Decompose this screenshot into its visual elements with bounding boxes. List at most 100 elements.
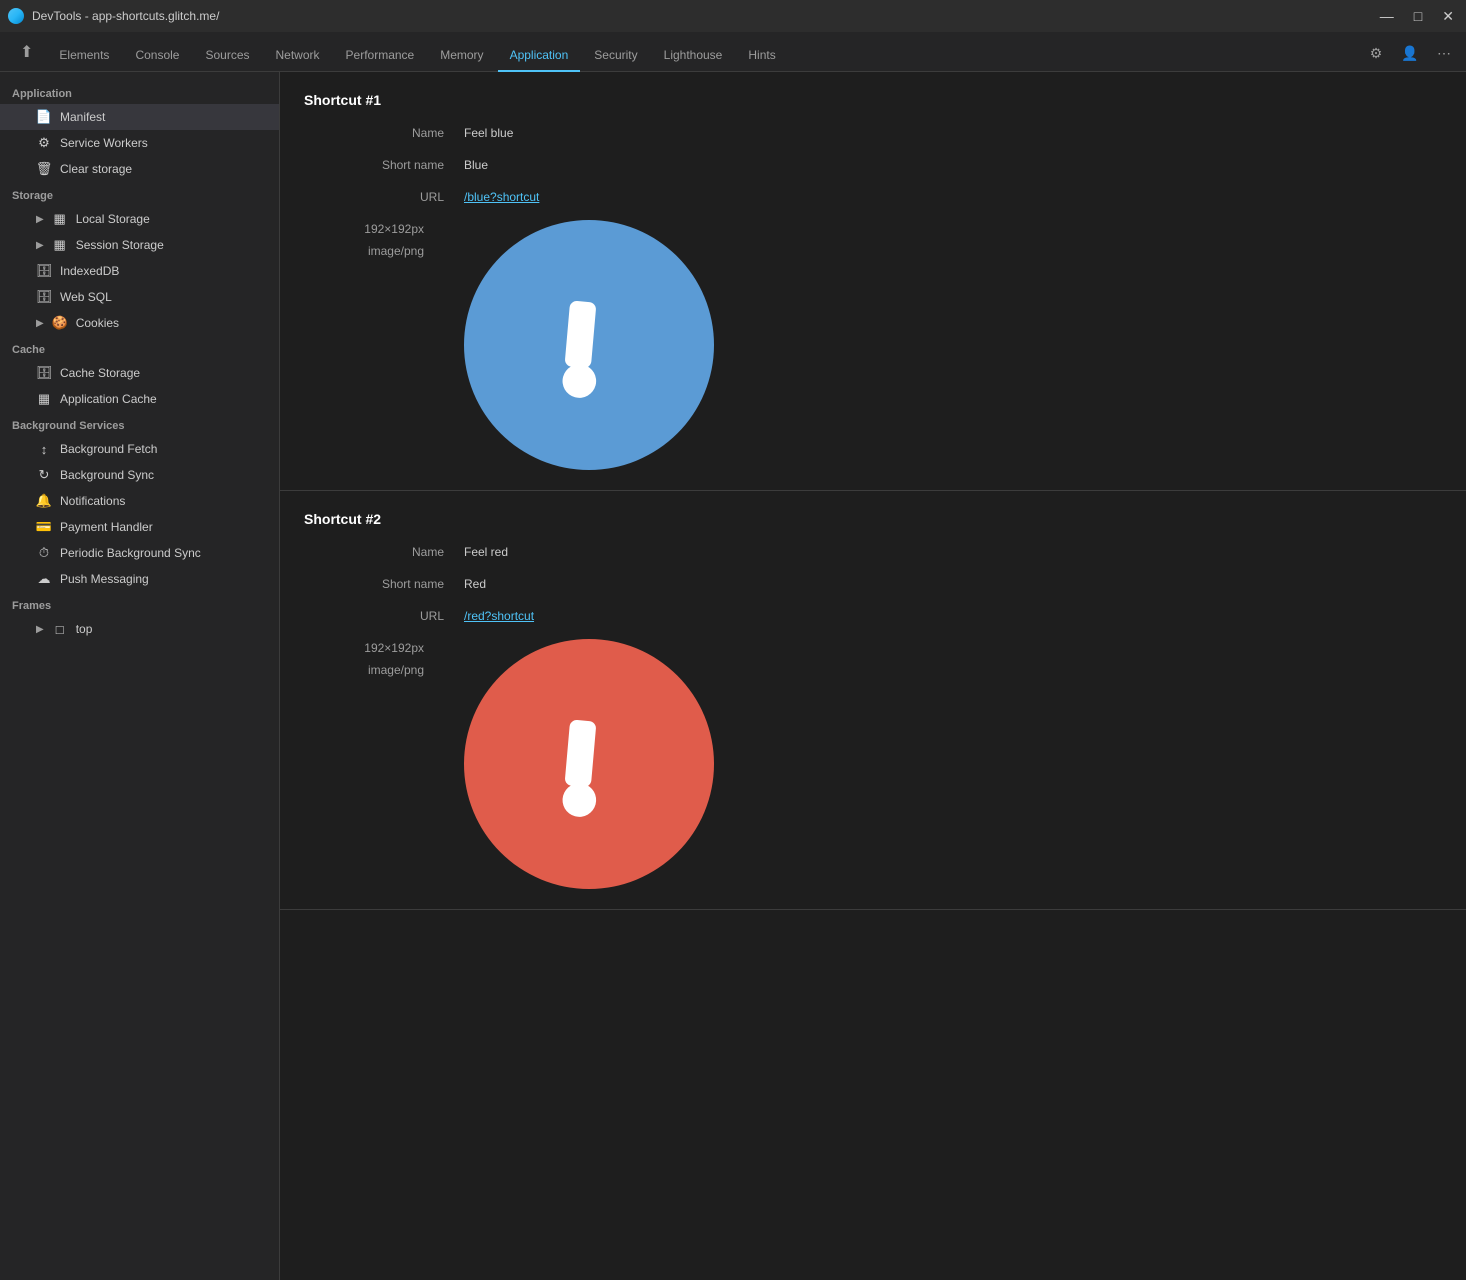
sidebar-item-cache-storage-label: Cache Storage xyxy=(60,366,140,380)
sidebar-item-background-sync[interactable]: ↻ Background Sync xyxy=(0,462,279,488)
sidebar-item-periodic-background-sync-label: Periodic Background Sync xyxy=(60,546,201,560)
close-button[interactable]: ✕ xyxy=(1438,6,1458,27)
shortcut-1-url-label: URL xyxy=(304,188,464,206)
sidebar-item-push-messaging[interactable]: ☁ Push Messaging xyxy=(0,566,279,592)
cache-storage-icon: 🗄 xyxy=(36,365,52,381)
tabbar: ⬆ Elements Console Sources Network Perfo… xyxy=(0,32,1466,72)
minimize-button[interactable]: — xyxy=(1376,6,1398,26)
tab-console[interactable]: Console xyxy=(123,40,191,72)
tab-memory[interactable]: Memory xyxy=(428,40,495,72)
sidebar-item-web-sql[interactable]: 🗄 Web SQL xyxy=(0,284,279,310)
sidebar-item-notifications[interactable]: 🔔 Notifications xyxy=(0,488,279,514)
titlebar-title: DevTools - app-shortcuts.glitch.me/ xyxy=(32,9,1368,23)
sidebar-item-service-workers[interactable]: ⚙ Service Workers xyxy=(0,130,279,156)
shortcut-1-name-label: Name xyxy=(304,124,464,142)
shortcut-2-url-label: URL xyxy=(304,607,464,625)
tab-sources[interactable]: Sources xyxy=(193,40,261,72)
tab-lighthouse[interactable]: Lighthouse xyxy=(652,40,735,72)
more-icon-button[interactable]: ⋯ xyxy=(1430,39,1458,67)
top-frame-icon: □ xyxy=(52,621,68,637)
tab-elements[interactable]: Elements xyxy=(47,40,121,72)
session-storage-icon: ▦ xyxy=(52,237,68,253)
background-fetch-icon: ↕ xyxy=(36,441,52,457)
top-arrow: ▶ xyxy=(36,624,44,635)
tab-hints[interactable]: Hints xyxy=(736,40,787,72)
sidebar-section-application: Application xyxy=(0,80,279,104)
shortcut-2-size-label: 192×192px xyxy=(284,639,444,657)
tab-application[interactable]: Application xyxy=(498,40,581,72)
sidebar-item-background-sync-label: Background Sync xyxy=(60,468,154,482)
user-icon-button[interactable]: 👤 xyxy=(1396,39,1424,67)
sidebar-item-periodic-background-sync[interactable]: ⏱ Periodic Background Sync xyxy=(0,540,279,566)
tab-security[interactable]: Security xyxy=(582,40,649,72)
sidebar-item-indexeddb-label: IndexedDB xyxy=(60,264,119,278)
sidebar-item-local-storage[interactable]: ▶ ▦ Local Storage xyxy=(0,206,279,232)
cursor-tab-icon: ⬆ xyxy=(8,34,45,72)
local-storage-arrow: ▶ xyxy=(36,214,44,225)
titlebar: DevTools - app-shortcuts.glitch.me/ — □ … xyxy=(0,0,1466,32)
shortcut-1-url-row: URL /blue?shortcut xyxy=(304,188,1442,210)
cookies-arrow: ▶ xyxy=(36,318,44,329)
sidebar-item-indexeddb[interactable]: 🗄 IndexedDB xyxy=(0,258,279,284)
tab-network[interactable]: Network xyxy=(264,40,332,72)
sidebar-item-cookies[interactable]: ▶ 🍪 Cookies xyxy=(0,310,279,336)
sidebar-item-clear-storage[interactable]: 🗑 Clear storage xyxy=(0,156,279,182)
sidebar-item-background-fetch-label: Background Fetch xyxy=(60,442,157,456)
sidebar-item-cache-storage[interactable]: 🗄 Cache Storage xyxy=(0,360,279,386)
main-layout: Application 📄 Manifest ⚙ Service Workers… xyxy=(0,72,1466,1280)
indexeddb-icon: 🗄 xyxy=(36,263,52,279)
shortcut-2-shortname-value: Red xyxy=(464,575,486,593)
sidebar-item-background-fetch[interactable]: ↕ Background Fetch xyxy=(0,436,279,462)
service-workers-icon: ⚙ xyxy=(36,135,52,151)
shortcut-2-shortname-label: Short name xyxy=(304,575,464,593)
application-cache-icon: ▦ xyxy=(36,391,52,407)
sidebar-item-clear-storage-label: Clear storage xyxy=(60,162,132,176)
manifest-icon: 📄 xyxy=(36,109,52,125)
sidebar-section-storage: Storage xyxy=(0,182,279,206)
sidebar-item-service-workers-label: Service Workers xyxy=(60,136,148,150)
shortcut-2-image-row: 192×192px image/png xyxy=(304,639,1442,889)
sidebar-item-payment-handler-label: Payment Handler xyxy=(60,520,153,534)
sidebar-item-manifest-label: Manifest xyxy=(60,110,105,124)
shortcut-1-title: Shortcut #1 xyxy=(304,92,1442,108)
shortcut-2-title: Shortcut #2 xyxy=(304,511,1442,527)
shortcut-1-image-row: 192×192px image/png xyxy=(304,220,1442,470)
local-storage-icon: ▦ xyxy=(52,211,68,227)
cookies-icon: 🍪 xyxy=(52,315,68,331)
shortcut-1-shortname-row: Short name Blue xyxy=(304,156,1442,178)
sidebar-section-cache: Cache xyxy=(0,336,279,360)
shortcut-1-size-label: 192×192px xyxy=(284,220,444,238)
shortcut-2-url-link[interactable]: /red?shortcut xyxy=(464,607,534,625)
shortcut-1-icon-preview xyxy=(464,220,714,470)
sidebar: Application 📄 Manifest ⚙ Service Workers… xyxy=(0,72,280,1280)
sidebar-item-session-storage[interactable]: ▶ ▦ Session Storage xyxy=(0,232,279,258)
shortcut-1-name-value: Feel blue xyxy=(464,124,513,142)
sidebar-item-local-storage-label: Local Storage xyxy=(76,212,150,226)
titlebar-controls: — □ ✕ xyxy=(1376,6,1458,27)
sidebar-section-background-services: Background Services xyxy=(0,412,279,436)
notifications-icon: 🔔 xyxy=(36,493,52,509)
tab-performance[interactable]: Performance xyxy=(334,40,427,72)
shortcut-2-type-label: image/png xyxy=(284,661,444,679)
maximize-button[interactable]: □ xyxy=(1410,6,1426,26)
sidebar-section-frames: Frames xyxy=(0,592,279,616)
shortcut-1-name-row: Name Feel blue xyxy=(304,124,1442,146)
sidebar-item-application-cache[interactable]: ▦ Application Cache xyxy=(0,386,279,412)
settings-icon-button[interactable]: ⚙ xyxy=(1362,39,1390,67)
shortcut-1-url-link[interactable]: /blue?shortcut xyxy=(464,188,539,206)
sidebar-item-top[interactable]: ▶ □ top xyxy=(0,616,279,642)
push-messaging-icon: ☁ xyxy=(36,571,52,587)
sidebar-item-payment-handler[interactable]: 💳 Payment Handler xyxy=(0,514,279,540)
shortcut-1-type-label: image/png xyxy=(284,242,444,260)
sidebar-item-manifest[interactable]: 📄 Manifest xyxy=(0,104,279,130)
shortcut-2-name-row: Name Feel red xyxy=(304,543,1442,565)
session-storage-arrow: ▶ xyxy=(36,240,44,251)
sidebar-item-application-cache-label: Application Cache xyxy=(60,392,157,406)
background-sync-icon: ↻ xyxy=(36,467,52,483)
sidebar-item-push-messaging-label: Push Messaging xyxy=(60,572,149,586)
shortcut-2-name-label: Name xyxy=(304,543,464,561)
shortcut-2-icon-preview xyxy=(464,639,714,889)
shortcut-1-brush-icon xyxy=(507,263,671,427)
shortcut-2-image-labels: 192×192px image/png xyxy=(304,639,464,679)
payment-handler-icon: 💳 xyxy=(36,519,52,535)
